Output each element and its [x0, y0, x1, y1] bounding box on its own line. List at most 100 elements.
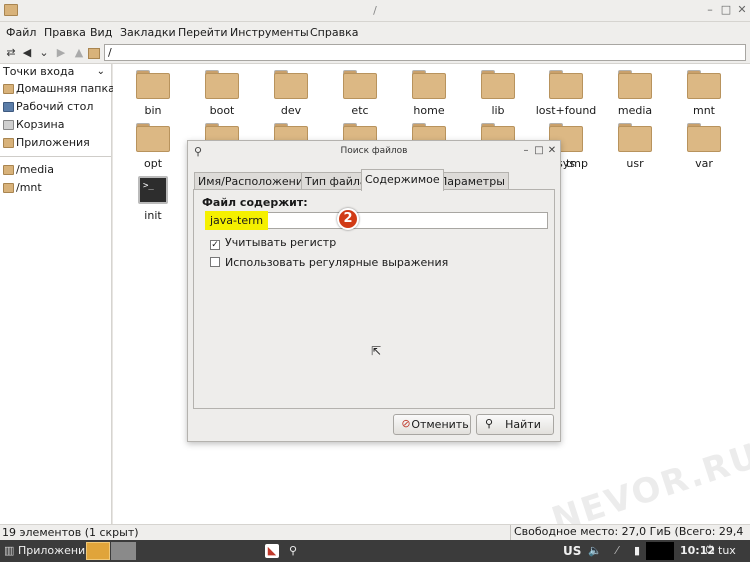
- sidebar-item-mnt[interactable]: /mnt: [0, 179, 111, 197]
- contains-label: Файл содержит:: [202, 196, 308, 209]
- sidebar-item-desktop[interactable]: Рабочий стол: [0, 98, 111, 116]
- folder-item-boot[interactable]: boot: [187, 70, 257, 117]
- sidebar-item-trash[interactable]: Корзина: [0, 116, 111, 134]
- network-icon[interactable]: ⁄: [610, 544, 624, 558]
- applications-icon: [3, 138, 14, 148]
- sidebar: Точки входа ⌄ Домашняя папка Рабочий сто…: [0, 64, 115, 524]
- minimize-icon[interactable]: –: [521, 145, 531, 156]
- close-icon[interactable]: ✕: [736, 4, 748, 16]
- contains-input[interactable]: java-term: [205, 212, 548, 229]
- menu-help[interactable]: Справка: [310, 26, 358, 39]
- cancel-button-label: Отменить: [411, 418, 469, 431]
- regex-label: Использовать регулярные выражения: [225, 256, 449, 269]
- applications-menu-button[interactable]: ▥ Приложения: [2, 543, 92, 559]
- volume-icon[interactable]: 🔈: [588, 544, 602, 558]
- chevron-down-icon[interactable]: ⌄: [97, 64, 105, 80]
- folder-icon: [618, 123, 652, 152]
- sidebar-item-applications[interactable]: Приложения: [0, 134, 111, 152]
- app-launcher-icon[interactable]: ◣: [265, 544, 279, 558]
- search-icon[interactable]: ⚲: [286, 544, 300, 558]
- up-icon[interactable]: ▲: [72, 46, 86, 60]
- folder-label: home: [413, 104, 445, 117]
- keyboard-layout[interactable]: US: [563, 544, 581, 558]
- sidebar-header[interactable]: Точки входа ⌄: [0, 64, 111, 80]
- sidebar-header-label: Точки входа: [3, 65, 75, 78]
- battery-icon[interactable]: ▮: [630, 544, 644, 558]
- menu-bookmarks[interactable]: Закладки: [120, 26, 176, 39]
- dialog-title: Поиск файлов: [340, 146, 408, 156]
- chevron-down-icon[interactable]: ⌄: [37, 46, 51, 60]
- status-free-space: Свободное место: 27,0 ГиБ (Всего: 29,4 Г…: [510, 525, 748, 552]
- user-name[interactable]: tux: [718, 544, 736, 557]
- folder-item-lib[interactable]: lib: [463, 70, 533, 117]
- menu-view[interactable]: Вид: [90, 26, 112, 39]
- cancel-icon: ⊘: [401, 417, 411, 430]
- statusbar: 19 элементов (1 скрыт) Свободное место: …: [0, 524, 750, 552]
- workspace-2[interactable]: [111, 542, 136, 560]
- back-icon[interactable]: ◀: [20, 46, 34, 60]
- contents-tab-panel: Файл содержит: java-term 2 ✓ Учитывать ре…: [193, 189, 555, 409]
- folder-item-bin[interactable]: bin: [118, 70, 188, 117]
- sidebar-item-label: Приложения: [16, 136, 90, 149]
- file-label: init: [144, 209, 162, 222]
- window-titlebar: / – □ ✕: [0, 0, 750, 22]
- maximize-icon[interactable]: □: [534, 145, 544, 156]
- menu-edit[interactable]: Правка: [44, 26, 86, 39]
- workspace-1[interactable]: [86, 542, 110, 560]
- folder-item-opt[interactable]: opt: [118, 123, 188, 170]
- applications-menu-icon: ▥: [4, 544, 15, 557]
- close-icon[interactable]: ✕: [547, 145, 557, 156]
- menu-go[interactable]: Перейти: [178, 26, 228, 39]
- step-badge: 2: [337, 208, 359, 230]
- folder-label: dev: [280, 104, 302, 117]
- case-sensitive-checkbox[interactable]: ✓ Учитывать регистр: [210, 236, 336, 250]
- find-button[interactable]: ⚲ Найти: [476, 414, 554, 435]
- folder-icon: [3, 183, 14, 193]
- file-item-init[interactable]: >_ init: [118, 176, 188, 222]
- folder-icon: [618, 70, 652, 99]
- find-button-label: Найти: [505, 418, 541, 431]
- sidebar-item-home[interactable]: Домашняя папка: [0, 80, 115, 98]
- regex-checkbox[interactable]: Использовать регулярные выражения: [210, 256, 448, 270]
- folder-item-dev[interactable]: dev: [256, 70, 326, 117]
- folder-icon: [205, 70, 239, 99]
- minimize-icon[interactable]: –: [704, 4, 716, 16]
- folder-icon: [274, 70, 308, 99]
- sidebar-item-label: /mnt: [16, 181, 42, 194]
- applications-menu-label: Приложения: [18, 544, 92, 557]
- tray-black-box: [646, 542, 674, 560]
- menu-file[interactable]: Файл: [6, 26, 36, 39]
- cancel-button[interactable]: ⊘ Отменить: [393, 414, 471, 435]
- user-icon[interactable]: ⏻: [703, 543, 717, 557]
- desktop-icon: [3, 102, 14, 112]
- folder-item-home[interactable]: home: [394, 70, 464, 117]
- folder-icon: [343, 70, 377, 99]
- forward-icon[interactable]: ▶: [54, 46, 68, 60]
- folder-item-lost-found[interactable]: lost+found: [531, 70, 601, 117]
- case-sensitive-label: Учитывать регистр: [225, 236, 337, 249]
- folder-icon: [549, 70, 583, 99]
- tab-parameters[interactable]: Параметры: [435, 172, 509, 190]
- maximize-icon[interactable]: □: [720, 4, 732, 16]
- folder-label: lost+found: [535, 104, 597, 117]
- network-icon[interactable]: ⇄: [4, 46, 18, 60]
- folder-icon: [136, 123, 170, 152]
- folder-item-var[interactable]: var: [669, 123, 739, 170]
- folder-icon: [687, 123, 721, 152]
- folder-item-media[interactable]: media: [600, 70, 670, 117]
- folder-item-usr[interactable]: usr: [600, 123, 670, 170]
- menu-tools[interactable]: Инструменты: [230, 26, 309, 39]
- menubar: Файл Правка Вид Закладки Перейти Инструм…: [0, 22, 750, 42]
- window-title: /: [373, 4, 377, 17]
- folder-label: usr: [626, 157, 644, 170]
- sidebar-item-media[interactable]: /media: [0, 161, 111, 179]
- path-input[interactable]: /: [104, 44, 746, 61]
- folder-item-mnt[interactable]: mnt: [669, 70, 739, 117]
- folder-item-etc[interactable]: etc: [325, 70, 395, 117]
- home-folder-icon: [3, 84, 14, 94]
- tab-name-location[interactable]: Имя/Расположение: [194, 172, 314, 190]
- sidebar-divider: [0, 156, 111, 157]
- tab-contents[interactable]: Содержимое: [361, 169, 444, 191]
- checkbox-unchecked-icon: [210, 257, 220, 267]
- trash-icon: [3, 120, 14, 130]
